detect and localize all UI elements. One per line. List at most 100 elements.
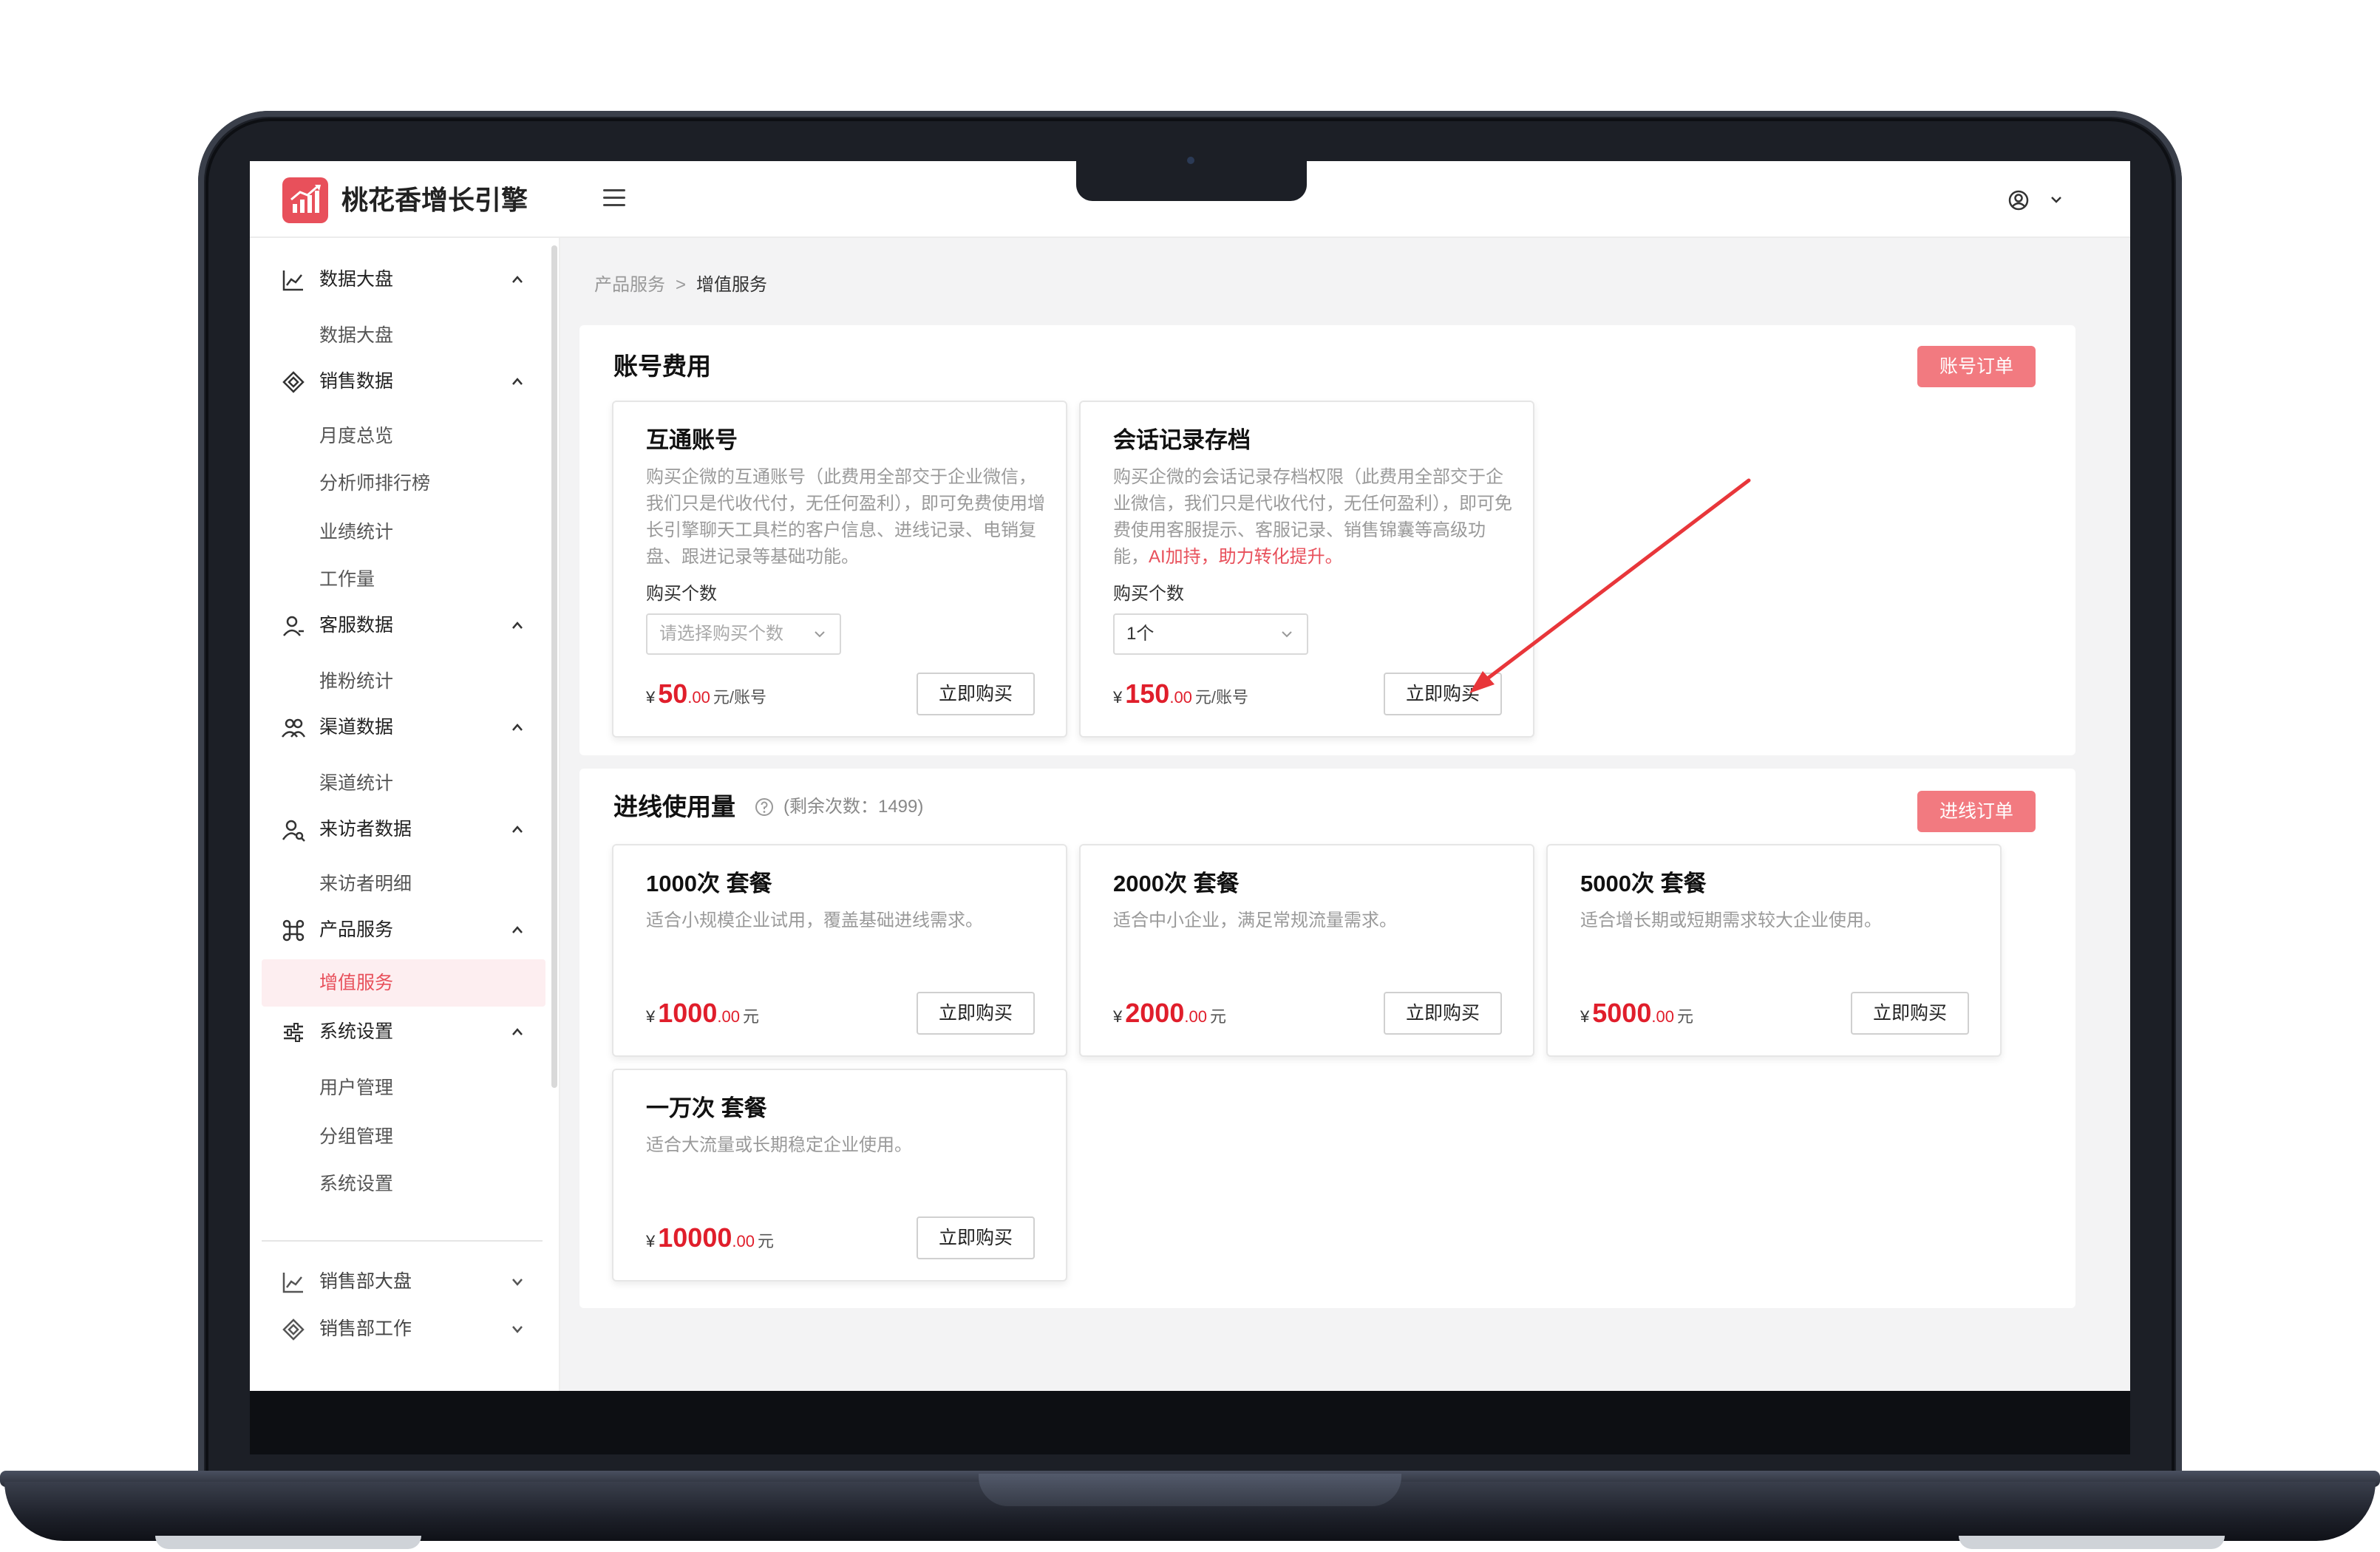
section-title: 账号费用 (613, 353, 711, 380)
sidebar-item-monthly-overview[interactable]: 月度总览 (319, 423, 541, 449)
currency-symbol: ¥ (646, 1007, 656, 1026)
price: ¥2000.00 元 (1113, 995, 1226, 1035)
sidebar-group-sales-dept-work[interactable]: 销售部工作 (250, 1307, 545, 1351)
account-order-button[interactable]: 账号订单 (1917, 346, 2036, 387)
sidebar-group-sales-dept-dashboard[interactable]: 销售部大盘 (250, 1259, 545, 1304)
price-decimal: .00 (687, 688, 710, 707)
card-description: 适合中小企业，满足常规流量需求。 (1113, 911, 1397, 930)
card-title: 互通账号 (646, 427, 738, 453)
quantity-label: 购买个数 (646, 584, 717, 604)
price-unit: 元 (757, 1232, 774, 1250)
user-headset-icon (283, 616, 304, 636)
sidebar-group-label: 产品服务 (319, 919, 394, 940)
card-title: 5000次 套餐 (1580, 871, 1707, 896)
inbound-order-button[interactable]: 进线订单 (1917, 791, 2036, 832)
user-avatar-icon[interactable] (2007, 189, 2030, 211)
sidebar-item-user-management[interactable]: 用户管理 (319, 1075, 541, 1101)
sidebar-item-performance[interactable]: 业绩统计 (319, 519, 541, 545)
buy-now-button[interactable]: 立即购买 (1384, 673, 1502, 715)
sidebar-group-channel-data[interactable]: 渠道数据 (250, 705, 545, 749)
account-card-chat-archive: 会话记录存档 购买企微的会话记录存档权限（此费用全部交于企业微信，我们只是代收代… (1079, 401, 1534, 738)
chevron-up-icon (512, 926, 523, 933)
price: ¥5000.00 元 (1580, 995, 1693, 1035)
chevron-up-icon (512, 826, 523, 833)
card-description: 适合小规模企业试用，覆盖基础进线需求。 (646, 911, 983, 930)
sidebar-group-dashboard[interactable]: 数据大盘 (250, 257, 545, 302)
camera-notch (1076, 161, 1307, 201)
price-unit: 元/账号 (713, 688, 767, 707)
breadcrumb-current: 增值服务 (696, 275, 768, 295)
sidebar-item-value-added-service[interactable]: 增值服务 (262, 959, 545, 1007)
sidebar: 数据大盘 数据大盘 销售数据 月度总览 分析师排行榜 业绩统计 工作量 客服数据… (250, 238, 560, 1391)
sidebar-group-sales-data[interactable]: 销售数据 (250, 359, 545, 404)
package-card-5000: 5000次 套餐 适合增长期或短期需求较大企业使用。 ¥5000.00 元 立即购… (1546, 844, 2002, 1057)
card-title: 会话记录存档 (1113, 427, 1251, 453)
chevron-up-icon (512, 276, 523, 283)
breadcrumb-parent[interactable]: 产品服务 (594, 275, 665, 295)
price: ¥1000.00 元 (646, 995, 759, 1035)
help-icon[interactable] (754, 797, 775, 817)
card-description: 购买企微的会话记录存档权限（此费用全部交于企业微信，我们只是代收代付，无任何盈利… (1113, 464, 1512, 571)
users-icon (282, 718, 306, 738)
price-unit: 元 (1209, 1007, 1226, 1026)
sidebar-group-label: 渠道数据 (319, 717, 394, 738)
chevron-up-icon (512, 724, 523, 731)
buy-now-button[interactable]: 立即购买 (1384, 992, 1502, 1035)
quantity-select-placeholder: 请选择购买个数 (659, 624, 783, 644)
sidebar-scrollbar[interactable] (551, 245, 557, 1088)
sidebar-group-cs-data[interactable]: 客服数据 (250, 603, 545, 647)
camera-icon (1187, 157, 1194, 164)
sidebar-group-visitor-data[interactable]: 来访者数据 (250, 807, 545, 851)
sidebar-item-group-management[interactable]: 分组管理 (319, 1123, 541, 1150)
package-card-1000: 1000次 套餐 适合小规模企业试用，覆盖基础进线需求。 ¥1000.00 元 立… (612, 844, 1067, 1057)
laptop-foot-left (155, 1536, 421, 1549)
buy-now-button[interactable]: 立即购买 (1851, 992, 1969, 1035)
sidebar-item-dashboard[interactable]: 数据大盘 (319, 322, 541, 349)
chevron-down-icon (512, 1326, 523, 1333)
account-card-interop: 互通账号 购买企微的互通账号（此费用全部交于企业微信，我们只是代收代付，无任何盈… (612, 401, 1067, 738)
sidebar-item-visitor-detail[interactable]: 来访者明细 (319, 871, 541, 897)
currency-symbol: ¥ (1113, 1007, 1123, 1026)
laptop-foot-right (1959, 1536, 2225, 1549)
buy-now-button[interactable]: 立即购买 (917, 1216, 1035, 1259)
sidebar-group-product-service[interactable]: 产品服务 (250, 908, 545, 952)
price-integer: 150 (1125, 678, 1170, 709)
chevron-up-icon (512, 1028, 523, 1035)
buy-now-button[interactable]: 立即购买 (917, 673, 1035, 715)
sidebar-group-label: 销售部大盘 (319, 1271, 412, 1292)
sidebar-item-channel-stats[interactable]: 渠道统计 (319, 770, 541, 797)
price-integer: 1000 (658, 998, 718, 1028)
price-unit: 元/账号 (1194, 688, 1249, 707)
breadcrumb: 产品服务 > 增值服务 (594, 272, 767, 299)
sidebar-group-label: 客服数据 (319, 615, 394, 636)
quantity-select[interactable]: 请选择购买个数 (646, 613, 841, 655)
sidebar-group-label: 销售部工作 (319, 1318, 412, 1339)
inbound-usage-panel: 进线使用量 (剩余次数：1499) 进线订单 1000次 套餐 适合小规模企业试… (579, 769, 2075, 1308)
price-integer: 5000 (1592, 998, 1652, 1028)
user-search-icon (282, 820, 305, 842)
remaining-count: (剩余次数：1499) (783, 797, 924, 817)
quantity-select[interactable]: 1个 (1113, 613, 1308, 655)
price-decimal: .00 (1169, 688, 1192, 707)
price-integer: 50 (658, 678, 688, 709)
sidebar-item-workload[interactable]: 工作量 (319, 566, 541, 593)
sidebar-group-system-settings[interactable]: 系统设置 (250, 1010, 545, 1054)
chevron-down-icon (1282, 631, 1292, 638)
screen: 桃花香增长引擎 数据大盘 数据大盘 销售数据 月度总览 分析师排行榜 业绩统计 … (250, 161, 2130, 1391)
sidebar-item-analyst-ranking[interactable]: 分析师排行榜 (319, 470, 541, 497)
line-chart-icon (282, 270, 303, 291)
sidebar-item-fan-stats[interactable]: 推粉统计 (319, 668, 541, 695)
price: ¥150.00 元/账号 (1113, 675, 1248, 716)
price-unit: 元 (1676, 1007, 1693, 1026)
sidebar-item-system-settings[interactable]: 系统设置 (319, 1171, 541, 1197)
price-decimal: .00 (1184, 1007, 1207, 1026)
card-title: 一万次 套餐 (646, 1095, 767, 1121)
menu-toggle-icon[interactable] (603, 189, 625, 208)
diamond-tag-icon (282, 1318, 305, 1341)
package-card-2000: 2000次 套餐 适合中小企业，满足常规流量需求。 ¥2000.00 元 立即购买 (1079, 844, 1534, 1057)
quantity-select-value: 1个 (1126, 624, 1155, 644)
buy-now-button[interactable]: 立即购买 (917, 992, 1035, 1035)
card-description: 适合大流量或长期稳定企业使用。 (646, 1135, 912, 1155)
chevron-down-icon[interactable] (2049, 192, 2064, 207)
sliders-icon (284, 1023, 303, 1042)
